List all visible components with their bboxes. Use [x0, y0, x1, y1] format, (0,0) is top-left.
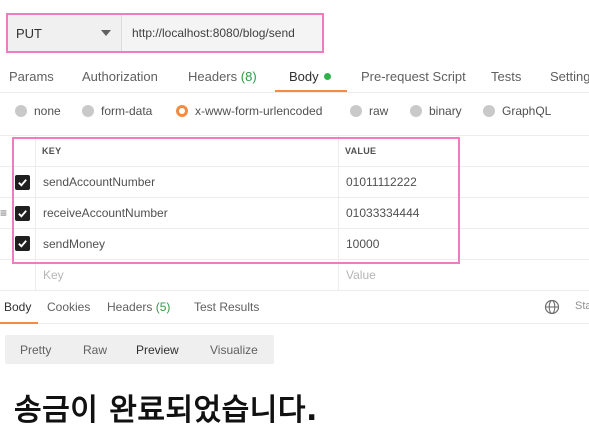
new-value-input[interactable]: Value — [346, 268, 376, 282]
new-key-input[interactable]: Key — [43, 268, 64, 282]
table-top-border — [0, 135, 589, 136]
globe-icon[interactable] — [544, 299, 560, 315]
response-body-text: 송금이 완료되었습니다. — [14, 393, 318, 428]
status-label: Sta — [575, 300, 589, 312]
view-preview-button[interactable]: Preview — [136, 343, 179, 357]
radio-circle-icon — [82, 105, 94, 117]
radio-raw-label: raw — [369, 104, 389, 118]
radio-circle-icon — [15, 105, 27, 117]
radio-form-data-label: form-data — [101, 104, 153, 118]
radio-form-data[interactable]: form-data — [82, 104, 152, 118]
url-input[interactable]: http://localhost:8080/blog/send — [122, 15, 322, 51]
tab-params[interactable]: Params — [9, 69, 54, 84]
tab-authorization[interactable]: Authorization — [82, 69, 158, 84]
request-tabs: Params Authorization Headers (8) Body Pr… — [0, 65, 589, 93]
tab-body-label: Body — [289, 69, 319, 84]
active-tab-underline — [275, 90, 347, 92]
radio-circle-icon — [483, 105, 495, 117]
tab-body[interactable]: Body — [289, 69, 331, 84]
method-select[interactable]: PUT — [8, 15, 122, 51]
view-pretty-button[interactable]: Pretty — [20, 343, 51, 357]
tab-headers-label: Headers — [188, 69, 238, 84]
radio-graphql-label: GraphQL — [502, 104, 552, 118]
chevron-down-icon — [101, 30, 111, 36]
body-type-radio-group: none form-data x-www-form-urlencoded raw… — [0, 104, 589, 126]
response-tab-headers[interactable]: Headers (5) — [107, 300, 170, 314]
view-mode-group: Pretty Raw Preview Visualize — [5, 335, 274, 364]
view-raw-button[interactable]: Raw — [83, 343, 107, 357]
radio-none-label: none — [34, 104, 61, 118]
radio-circle-icon — [410, 105, 422, 117]
tab-tests[interactable]: Tests — [491, 69, 521, 84]
method-label: PUT — [16, 25, 42, 41]
radio-urlencoded-label: x-www-form-urlencoded — [195, 104, 323, 118]
headers-count-badge: (8) — [240, 69, 257, 84]
response-tab-cookies[interactable]: Cookies — [47, 300, 90, 314]
radio-graphql[interactable]: GraphQL — [483, 104, 551, 118]
radio-raw[interactable]: raw — [350, 104, 388, 118]
body-active-dot-icon — [323, 73, 331, 80]
tab-prerequest-script[interactable]: Pre-request Script — [361, 69, 466, 84]
response-tab-test-results[interactable]: Test Results — [194, 300, 259, 314]
radio-binary-label: binary — [429, 104, 462, 118]
view-visualize-button[interactable]: Visualize — [210, 343, 258, 357]
response-active-tab-underline — [0, 322, 38, 324]
tab-headers[interactable]: Headers (8) — [188, 69, 257, 84]
params-highlight-box — [12, 137, 460, 264]
radio-binary[interactable]: binary — [410, 104, 462, 118]
response-headers-count-badge: (5) — [155, 300, 171, 314]
radio-none[interactable]: none — [15, 104, 61, 118]
response-tabs: Body Cookies Headers (5) Test Results — [0, 290, 589, 324]
response-headers-label: Headers — [107, 300, 153, 314]
radio-circle-icon — [350, 105, 362, 117]
request-url-bar: PUT http://localhost:8080/blog/send — [6, 13, 324, 53]
tab-settings[interactable]: Setting — [550, 69, 589, 84]
radio-selected-icon — [176, 105, 188, 117]
response-tab-body[interactable]: Body — [4, 300, 31, 314]
drag-handle-icon[interactable]: ≡ — [0, 207, 7, 219]
radio-x-www-form-urlencoded[interactable]: x-www-form-urlencoded — [176, 104, 322, 118]
